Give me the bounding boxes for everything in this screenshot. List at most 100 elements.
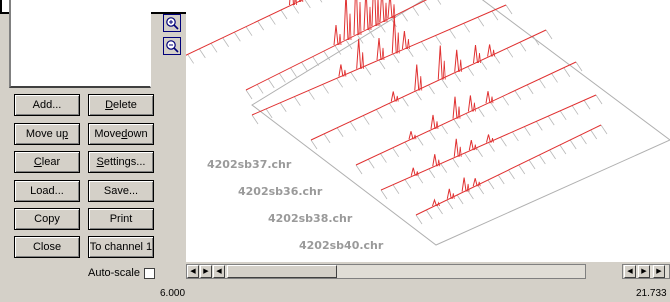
close-button[interactable]: Close — [14, 236, 80, 258]
grid-tick — [290, 67, 297, 77]
grid-tick — [449, 29, 456, 39]
grid-tick — [416, 136, 424, 146]
trace-peak — [453, 138, 459, 157]
grid-tick — [350, 72, 358, 82]
print-button[interactable]: Print — [88, 208, 154, 230]
file-listbox[interactable] — [9, 0, 151, 88]
grid-tick — [580, 134, 587, 145]
trace-peak — [338, 64, 344, 77]
auto-scale-control[interactable]: Auto-scale — [88, 267, 155, 279]
axis-min-label: 6.000 — [160, 288, 186, 299]
horizontal-scrollbar[interactable]: ◀ ▶ ◀ — [186, 264, 586, 279]
grid-tick — [526, 84, 534, 95]
grid-tick — [269, 15, 276, 25]
grid-tick — [378, 59, 386, 70]
grid-tick — [267, 78, 275, 89]
scroll-last-button[interactable]: ▶ — [653, 265, 665, 278]
trace-peak — [356, 38, 362, 69]
trace-peak — [379, 0, 385, 23]
chromatogram-3d-plot[interactable]: 4202sb37.chr 4202sb36.chr 4202sb38.chr 4202… — [175, 0, 670, 262]
grid-tick — [590, 129, 598, 140]
grid-tick — [545, 29, 553, 40]
grid-tick — [416, 173, 424, 184]
move-up-button[interactable]: Move up — [14, 123, 80, 145]
scroll-first-button[interactable]: ◀ — [187, 265, 199, 278]
trace-peak — [363, 0, 369, 31]
load-button[interactable]: Load... — [14, 180, 80, 202]
grid-tick — [323, 133, 331, 144]
settings-button[interactable]: Settings... — [88, 151, 154, 173]
trace-baseline — [310, 29, 547, 141]
grid-tick — [280, 9, 288, 20]
trace-file-label: 4202sb38.chr — [268, 212, 353, 225]
scroll-right-button[interactable]: ◀ — [624, 265, 636, 278]
trace-peak — [376, 0, 380, 27]
trace-peak — [408, 131, 414, 140]
grid-tick — [436, 204, 443, 215]
grid-tick — [415, 90, 422, 101]
grid-tick — [497, 174, 505, 185]
scroll-left-button[interactable]: ▶ — [638, 265, 650, 278]
zoom-out-icon — [166, 40, 179, 53]
grid-tick — [392, 53, 400, 64]
grid-tick — [310, 139, 318, 150]
grid-tick — [402, 97, 409, 107]
trace-peak — [353, 0, 359, 36]
grid-tick — [575, 61, 583, 72]
scroll-prev-button[interactable]: ◀ — [213, 265, 225, 278]
grid-tick — [423, 0, 431, 11]
trace-peak — [343, 0, 349, 41]
grid-tick — [539, 78, 546, 89]
grid-tick — [256, 84, 264, 94]
grid-tick — [251, 114, 259, 125]
zoom-out-button[interactable] — [163, 37, 181, 55]
waterfall-plot-canvas: 4202sb37.chr 4202sb36.chr 4202sb38.chr 4202… — [175, 0, 670, 252]
copy-button[interactable]: Copy — [14, 208, 80, 230]
grid-tick — [452, 158, 459, 168]
grid-tick — [535, 121, 543, 131]
grid-tick — [467, 66, 474, 76]
zoom-in-button[interactable] — [163, 14, 181, 32]
grid-tick — [477, 17, 485, 27]
grid-tick — [456, 194, 464, 205]
trace-peak — [432, 198, 437, 207]
grid-tick — [392, 184, 400, 194]
trace-peak — [371, 0, 377, 27]
add-button[interactable]: Add... — [14, 94, 80, 116]
grid-tick — [437, 0, 442, 5]
trace-peak — [437, 159, 441, 167]
save-button[interactable]: Save... — [88, 180, 154, 202]
trace-peak — [390, 91, 396, 102]
grid-tick — [532, 35, 540, 46]
move-down-button[interactable]: Move d own — [88, 123, 154, 145]
clear-button[interactable]: Clear — [14, 151, 80, 173]
grid-tick — [505, 4, 513, 15]
grid-tick — [569, 139, 577, 150]
grid-tick — [446, 199, 454, 210]
scroll-thumb[interactable] — [227, 265, 337, 278]
grid-tick — [245, 89, 253, 100]
delete-button[interactable]: Delete — [88, 94, 154, 116]
grid-tick — [421, 41, 428, 51]
trace-peak — [487, 44, 493, 57]
grid-tick — [406, 47, 414, 57]
grid-tick — [222, 37, 229, 47]
trace-peak — [358, 1, 362, 36]
grid-tick — [551, 73, 558, 83]
trace-peak — [395, 95, 399, 102]
grid-tick — [392, 147, 399, 158]
trace-peak — [437, 45, 443, 80]
to-channel-button[interactable]: To channel 1 — [88, 236, 154, 258]
trace-peak — [442, 60, 446, 80]
trace-peak — [361, 52, 365, 69]
trace-peak — [333, 24, 339, 46]
trace-peak — [473, 144, 477, 151]
trace-peak — [376, 37, 382, 61]
trace-file-label: 4202sb37.chr — [207, 158, 292, 171]
grid-tick — [453, 119, 461, 129]
trace-peak — [452, 96, 458, 119]
scroll-end-controls[interactable]: ◀ ▶ ▶ — [622, 264, 670, 279]
grid-tick — [389, 103, 396, 113]
auto-scale-checkbox[interactable] — [143, 267, 155, 279]
scroll-next-button[interactable]: ▶ — [200, 265, 212, 278]
